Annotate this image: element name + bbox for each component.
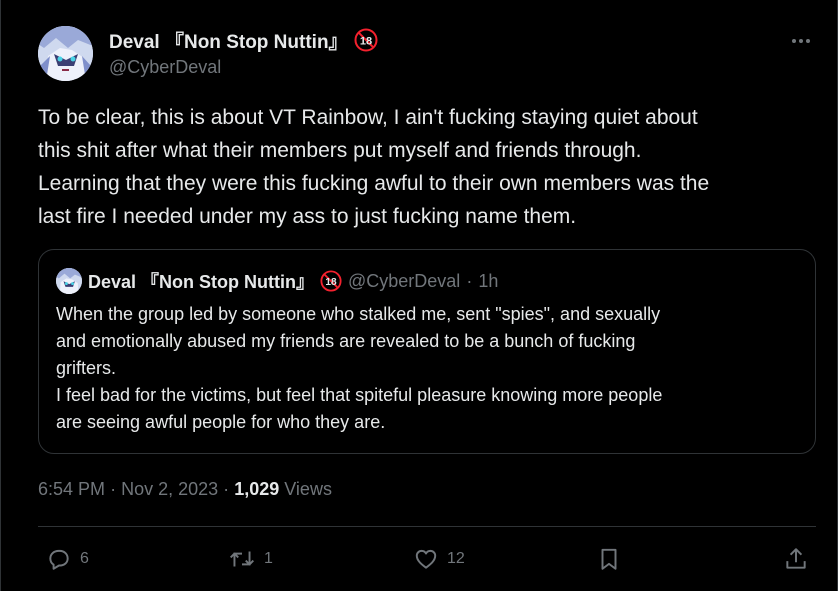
tweet-time[interactable]: 6:54 PM <box>38 479 105 499</box>
divider <box>38 526 816 527</box>
quoted-tweet[interactable]: Deval 『Non Stop Nuttin』 18 @CyberDeval ·… <box>38 249 816 454</box>
quoted-text-line: and emotionally abused my friends are re… <box>56 331 636 351</box>
quoted-age-restricted-icon: 18 <box>320 270 342 292</box>
views-count[interactable]: 1,029 <box>234 479 279 499</box>
views-label: Views <box>284 479 332 499</box>
quoted-text-line: are seeing awful people for who they are… <box>56 412 386 432</box>
meta-separator: · <box>223 479 230 499</box>
age-restricted-icon: 18 <box>354 28 378 52</box>
tweet: Deval 『Non Stop Nuttin』 18 @CyberDeval T… <box>0 0 838 591</box>
quoted-author-display-name: Deval 『Non Stop Nuttin』 <box>88 272 314 292</box>
author-handle[interactable]: @CyberDeval <box>109 57 378 78</box>
tweet-text-line: To be clear, this is about VT Rainbow, I… <box>38 106 698 129</box>
more-horizontal-icon <box>791 31 811 49</box>
tweet-date[interactable]: Nov 2, 2023 <box>121 479 218 499</box>
quoted-author-handle: @CyberDeval <box>348 270 461 291</box>
meta-separator: · <box>110 479 117 499</box>
tweet-text-line: Learning that they were this fucking awf… <box>38 172 710 195</box>
author-info: Deval 『Non Stop Nuttin』 18 @CyberDeval <box>109 27 378 78</box>
author-display-name[interactable]: Deval 『Non Stop Nuttin』 <box>109 27 348 54</box>
quoted-age-badge-text: 18 <box>325 277 337 288</box>
like-count: 12 <box>447 550 465 567</box>
bookmark-button[interactable] <box>596 541 622 577</box>
quoted-tweet-text: When the group led by someone who stalke… <box>56 301 801 436</box>
retweet-count: 1 <box>264 550 273 567</box>
quoted-author-avatar <box>56 268 82 294</box>
reply-count: 6 <box>80 550 89 567</box>
quoted-tweet-header: Deval 『Non Stop Nuttin』 18 @CyberDeval ·… <box>56 268 498 294</box>
more-options-button[interactable] <box>789 30 813 50</box>
like-button[interactable]: 12 <box>413 541 465 577</box>
author-name-row: Deval 『Non Stop Nuttin』 18 <box>109 27 378 53</box>
heart-icon <box>413 546 439 572</box>
quoted-separator: · <box>466 270 473 291</box>
tweet-text-line: this shit after what their members put m… <box>38 139 642 162</box>
reply-button[interactable]: 6 <box>46 541 89 577</box>
quoted-text-line: When the group led by someone who stalke… <box>56 304 661 324</box>
age-badge-text: 18 <box>359 35 371 47</box>
tweet-text: To be clear, this is about VT Rainbow, I… <box>38 101 818 233</box>
retweet-button[interactable]: 1 <box>228 541 273 577</box>
share-button[interactable] <box>783 541 809 577</box>
tweet-text-line: last fire I needed under my ass to just … <box>38 205 577 228</box>
quoted-text-line: I feel bad for the victims, but feel tha… <box>56 385 663 405</box>
share-icon <box>783 546 809 572</box>
bookmark-icon <box>596 546 622 572</box>
retweet-icon <box>228 546 256 572</box>
quoted-timestamp: 1h <box>478 270 499 291</box>
reply-icon <box>46 546 72 572</box>
action-bar: 6 1 12 <box>38 541 816 577</box>
quoted-text-line: grifters. <box>56 358 117 378</box>
author-avatar[interactable] <box>38 26 93 81</box>
tweet-meta: 6:54 PM · Nov 2, 2023 · 1,029 Views <box>38 479 332 500</box>
